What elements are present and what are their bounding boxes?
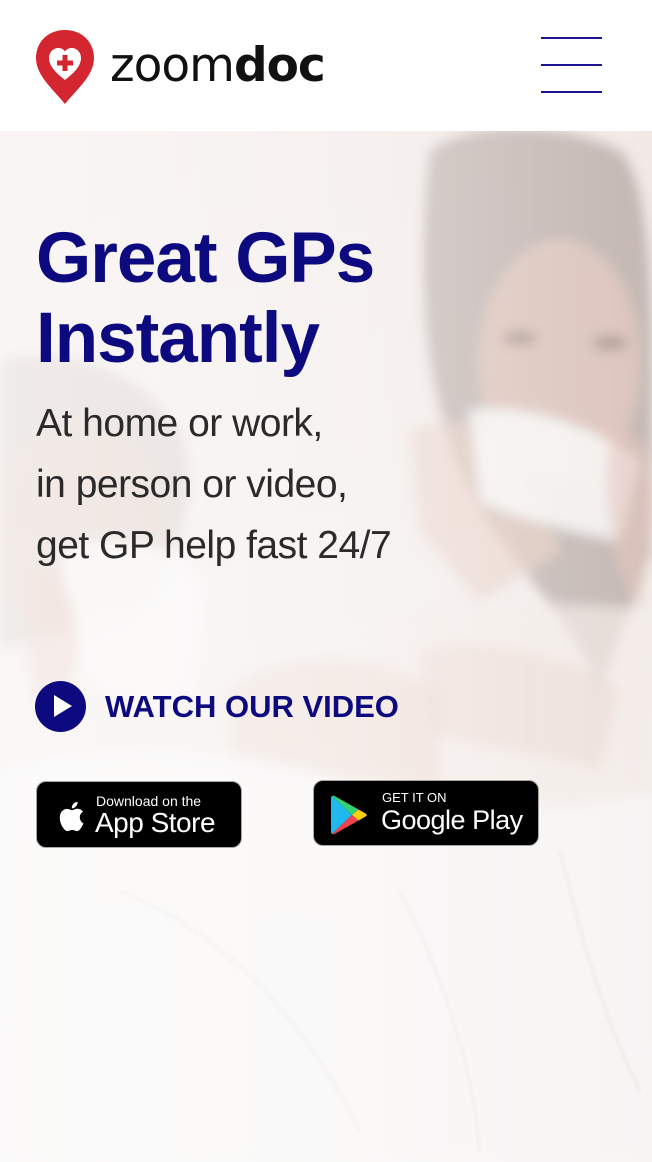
menu-line [541,64,602,66]
google-play-small-text: GET IT ON [382,790,447,805]
hero-subtitle: At home or work, in person or video, get… [36,393,596,576]
google-play-badge[interactable]: GET IT ON Google Play [313,780,539,846]
app-store-big-text: App Store [95,807,216,838]
google-play-icon [331,795,367,835]
apple-icon [59,801,84,832]
play-icon[interactable] [35,681,86,732]
app-store-badge[interactable]: Download on the App Store [36,781,242,848]
logo-text-bold: doc [233,37,326,93]
hero-subtitle-line: get GP help fast 24/7 [36,524,392,567]
watch-video-link[interactable]: WATCH OUR VIDEO [35,681,399,732]
zoomdoc-logo[interactable]: zoomdoc [34,28,326,106]
site-header: zoomdoc [0,0,652,131]
hero-subtitle-line: At home or work, [36,402,323,445]
hero-section: Great GPs Instantly At home or work, in … [0,131,652,1162]
hero-title: Great GPs Instantly [36,219,375,378]
logo-text-light: zoom [110,37,235,93]
logo-wordmark: zoomdoc [110,42,326,89]
hero-subtitle-line: in person or video, [36,463,348,506]
medical-pin-icon [36,30,94,104]
google-play-big-text: Google Play [381,805,523,835]
watch-video-label[interactable]: WATCH OUR VIDEO [105,689,399,725]
hamburger-menu-icon[interactable] [541,37,602,95]
menu-line [541,37,602,39]
menu-line [541,91,602,93]
